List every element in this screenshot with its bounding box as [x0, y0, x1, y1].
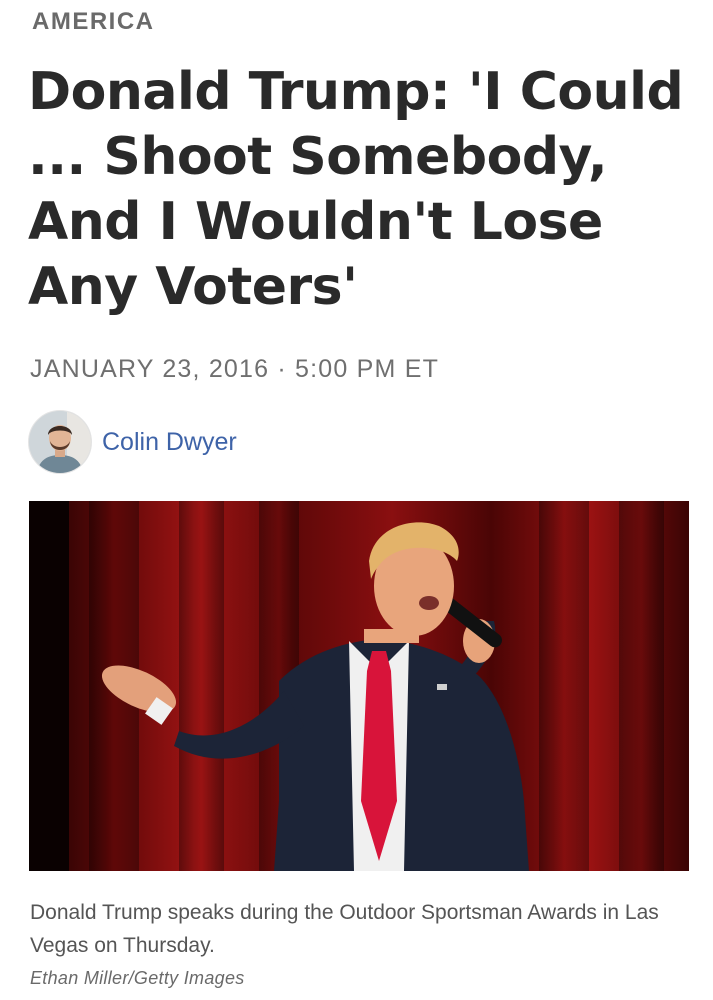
article-dateline: JANUARY 23, 2016 · 5:00 PM ET [30, 355, 440, 383]
article-page: AMERICA Donald Trump: 'I Could ... Shoot… [0, 0, 713, 1000]
photo-caption: Donald Trump speaks during the Outdoor S… [30, 901, 659, 957]
author-avatar-image [29, 411, 91, 473]
author-avatar[interactable] [28, 410, 92, 474]
speaker-photo [29, 501, 689, 871]
section-link[interactable]: AMERICA [32, 8, 155, 36]
byline: Colin Dwyer [28, 410, 237, 474]
article-photo [29, 501, 689, 871]
author-link[interactable]: Colin Dwyer [102, 428, 237, 457]
photo-credit: Ethan Miller/Getty Images [30, 968, 245, 988]
article-headline: Donald Trump: 'I Could ... Shoot Somebod… [28, 62, 684, 317]
